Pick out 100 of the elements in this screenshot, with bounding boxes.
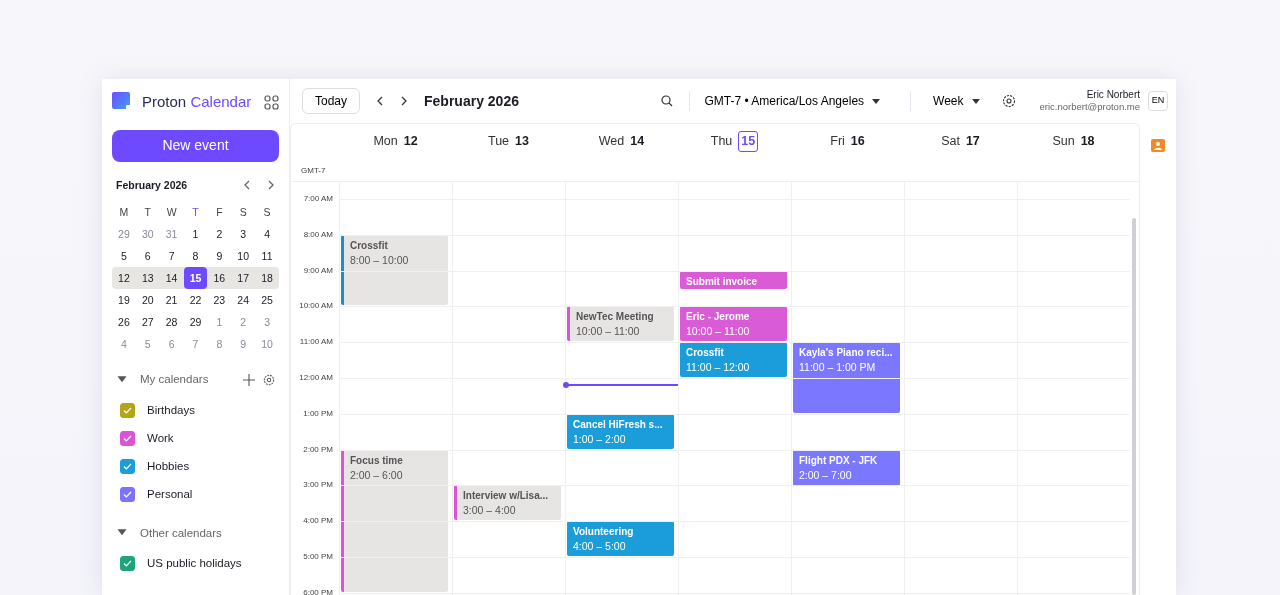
add-icon[interactable]	[243, 373, 255, 386]
calendar-event[interactable]: Kayla's Piano reci... 11:00 – 1:00 PM	[793, 342, 900, 413]
date-cell[interactable]: 21	[159, 289, 184, 312]
settings-icon[interactable]	[1001, 94, 1016, 108]
date-cell[interactable]: 4	[255, 223, 279, 246]
date-cell[interactable]: 8	[183, 245, 208, 268]
date-cell[interactable]: 20	[135, 289, 160, 312]
date-cell[interactable]: 22	[183, 289, 208, 312]
collapse-caret-icon[interactable]	[116, 374, 128, 385]
date-cell[interactable]: 3	[231, 223, 256, 246]
date-cell[interactable]: 29	[183, 311, 208, 334]
date-cell[interactable]: 24	[231, 289, 256, 312]
date-cell[interactable]: 6	[159, 333, 184, 356]
day-number: 17	[965, 133, 980, 151]
weekday-label: T	[143, 205, 152, 221]
weekday-label: S	[262, 205, 272, 221]
calendar-name[interactable]: Work	[147, 429, 174, 448]
weekday-label: F	[215, 205, 224, 221]
calendar-name[interactable]: Hobbies	[147, 457, 190, 476]
day-number: 18	[1080, 133, 1095, 151]
calendar-event[interactable]: Interview w/Lisa... 3:00 – 4:00	[454, 485, 561, 521]
date-cell[interactable]: 10	[231, 245, 256, 268]
date-cell[interactable]: 1	[183, 223, 208, 246]
date-cell[interactable]: 12	[112, 267, 136, 290]
previous-week-icon[interactable]	[376, 96, 385, 106]
date-cell[interactable]: 9	[207, 245, 232, 268]
apps-grid-icon[interactable]	[264, 94, 279, 110]
calendar-event[interactable]: Flight PDX - JFK 2:00 – 7:00	[793, 449, 900, 486]
settings-icon[interactable]	[263, 373, 275, 386]
event-title: Focus time	[350, 453, 404, 468]
date-cell[interactable]: 5	[112, 245, 136, 268]
date-cell[interactable]: 23	[207, 289, 232, 312]
search-icon[interactable]	[661, 95, 674, 107]
today-button[interactable]: Today	[302, 88, 361, 114]
event-title: Interview w/Lisa...	[463, 489, 550, 504]
date-cell[interactable]: 4	[112, 333, 136, 356]
hour-label: 8:00 AM	[303, 228, 333, 241]
event-time: 10:00 – 11:00	[686, 324, 751, 340]
previous-month-icon[interactable]	[243, 180, 251, 191]
date-cell[interactable]: 13	[135, 267, 160, 290]
language-button[interactable]: EN	[1148, 91, 1168, 111]
event-title: NewTec Meeting	[576, 310, 655, 325]
calendar-checkbox[interactable]	[120, 431, 135, 446]
timezone-dropdown[interactable]: GMT-7 • America/Los Angeles	[698, 91, 887, 111]
event-title: Kayla's Piano reci...	[799, 346, 894, 361]
day-number: 12	[403, 133, 418, 151]
day-number: 16	[850, 133, 865, 151]
date-cell[interactable]: 17	[231, 267, 256, 290]
event-title: Volunteering	[573, 525, 635, 540]
date-cell[interactable]: 16	[207, 267, 232, 290]
date-cell[interactable]: 7	[183, 333, 208, 356]
weekday-label: Mon	[373, 133, 398, 151]
event-time: 2:00 – 7:00	[799, 467, 853, 483]
date-cell[interactable]: 29	[112, 223, 136, 246]
calendar-checkbox[interactable]	[120, 556, 135, 572]
user-name: Eric Norbert	[1085, 89, 1140, 101]
date-cell[interactable]: 30	[135, 223, 160, 246]
next-month-icon[interactable]	[267, 180, 275, 191]
date-cell[interactable]: 8	[207, 333, 232, 356]
new-event-button[interactable]: New event	[112, 129, 279, 162]
date-cell[interactable]: 7	[159, 245, 184, 268]
check-icon	[123, 463, 132, 470]
date-cell[interactable]: 15	[183, 267, 208, 290]
calendar-name[interactable]: US public holidays	[147, 555, 242, 573]
hour-label: 7:00 AM	[303, 193, 333, 205]
calendar-event[interactable]: NewTec Meeting 10:00 – 11:00	[567, 306, 674, 342]
date-cell[interactable]: 9	[231, 333, 256, 356]
date-cell[interactable]: 28	[159, 311, 184, 334]
calendar-name[interactable]: Birthdays	[147, 401, 195, 420]
date-cell[interactable]: 26	[112, 311, 136, 334]
calendar-checkbox[interactable]	[120, 459, 135, 474]
date-cell[interactable]: 2	[231, 311, 256, 334]
check-icon	[123, 560, 132, 568]
user-email: eric.norbert@proton.me	[1039, 101, 1140, 113]
date-cell[interactable]: 11	[255, 245, 279, 268]
calendar-checkbox[interactable]	[120, 403, 135, 418]
date-cell[interactable]: 27	[135, 311, 160, 334]
view-dropdown[interactable]: Week	[927, 91, 986, 111]
date-cell[interactable]: 19	[112, 289, 136, 312]
date-cell[interactable]: 31	[159, 223, 184, 246]
next-week-icon[interactable]	[400, 96, 409, 106]
date-cell[interactable]: 3	[255, 311, 279, 334]
event-time: 11:00 – 1:00 PM	[799, 360, 877, 376]
calendar-event[interactable]: Focus time 2:00 – 6:00	[341, 449, 448, 592]
date-cell[interactable]: 14	[159, 267, 184, 290]
hour-label: 4:00 PM	[303, 515, 333, 528]
date-cell[interactable]: 10	[255, 333, 279, 356]
date-cell[interactable]: 18	[255, 267, 279, 290]
date-cell[interactable]: 5	[135, 333, 160, 356]
calendar-name[interactable]: Personal	[147, 485, 193, 504]
date-cell[interactable]: 1	[207, 311, 232, 334]
scrollbar[interactable]	[1132, 218, 1136, 595]
date-cell[interactable]: 25	[255, 289, 279, 312]
date-cell[interactable]: 2	[207, 223, 232, 246]
weekday-label: W	[165, 205, 178, 221]
date-cell[interactable]: 6	[135, 245, 160, 268]
event-time: 4:00 – 5:00	[573, 539, 627, 555]
hour-label: 6:00 PM	[303, 586, 333, 595]
calendar-checkbox[interactable]	[120, 487, 135, 502]
calendar-event[interactable]: Crossfit 8:00 – 10:00	[341, 234, 448, 306]
